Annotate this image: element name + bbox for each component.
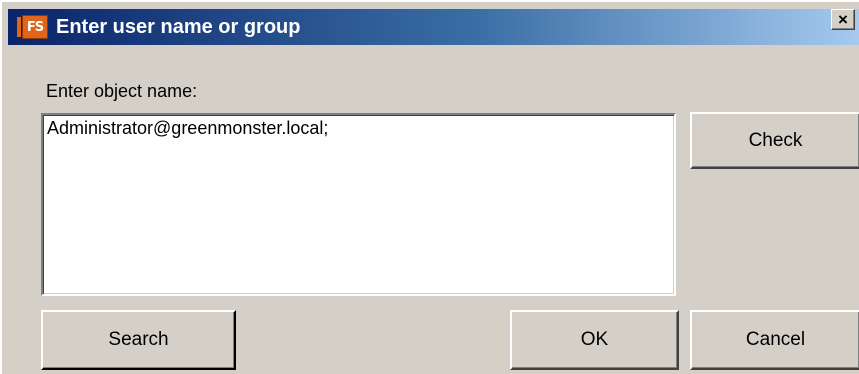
window-title: Enter user name or group (56, 15, 301, 38)
dialog-window: FS Enter user name or group × Enter obje… (0, 0, 859, 374)
ok-button[interactable]: OK (510, 310, 679, 370)
check-button[interactable]: Check (690, 112, 859, 169)
fs-app-icon: FS (17, 15, 48, 39)
close-icon[interactable]: × (831, 9, 855, 30)
title-bar[interactable]: FS Enter user name or group (8, 9, 859, 45)
object-name-label: Enter object name: (46, 81, 198, 101)
cancel-button[interactable]: Cancel (690, 310, 859, 370)
search-button[interactable]: Search (41, 310, 236, 370)
object-name-input[interactable]: Administrator@greenmonster.local; (41, 113, 676, 296)
